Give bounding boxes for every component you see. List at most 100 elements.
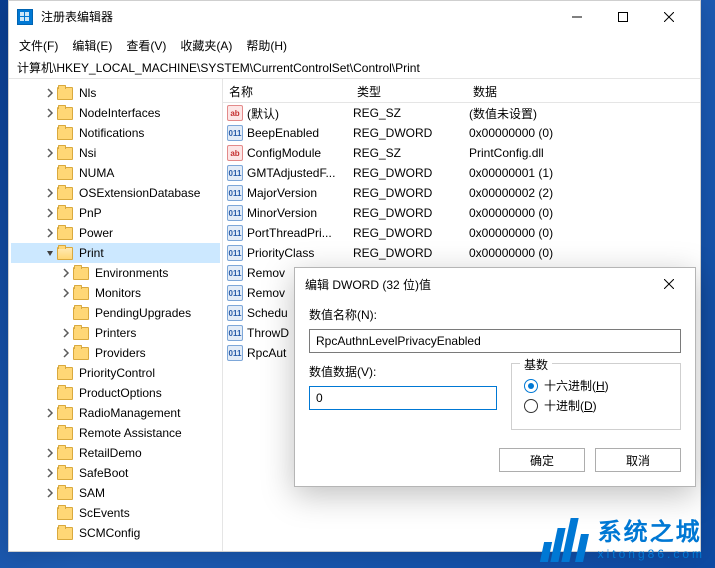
chevron-right-icon[interactable]	[59, 288, 73, 298]
folder-icon	[57, 187, 73, 200]
dialog-body: 数值名称(N): 数值数据(V): 基数 十六进制(H) 十进制(D) 确定	[295, 300, 695, 486]
chevron-right-icon[interactable]	[59, 268, 73, 278]
value-data: 0x00000000 (0)	[467, 126, 700, 140]
base-legend: 基数	[520, 356, 552, 373]
list-row[interactable]: 011BeepEnabledREG_DWORD0x00000000 (0)	[223, 123, 700, 143]
folder-icon	[57, 527, 73, 540]
dword-value-icon: 011	[227, 125, 243, 141]
tree-item-print[interactable]: Print	[11, 243, 220, 263]
menu-help[interactable]: 帮助(H)	[240, 35, 293, 56]
value-type: REG_DWORD	[351, 206, 467, 220]
list-row[interactable]: 011GMTAdjustedF...REG_DWORD0x00000001 (1…	[223, 163, 700, 183]
cancel-button[interactable]: 取消	[595, 448, 681, 472]
radio-hex-row[interactable]: 十六进制(H)	[524, 377, 668, 394]
col-name[interactable]: 名称	[223, 79, 351, 102]
chevron-right-icon[interactable]	[43, 208, 57, 218]
list-row[interactable]: 011PortThreadPri...REG_DWORD0x00000000 (…	[223, 223, 700, 243]
list-row[interactable]: abConfigModuleREG_SZPrintConfig.dll	[223, 143, 700, 163]
list-row[interactable]: ab(默认)REG_SZ(数值未设置)	[223, 103, 700, 123]
menu-favorites[interactable]: 收藏夹(A)	[174, 35, 238, 56]
tree-item-retaildemo[interactable]: RetailDemo	[11, 443, 220, 463]
string-value-icon: ab	[227, 105, 243, 121]
tree-item-monitors[interactable]: Monitors	[11, 283, 220, 303]
value-type: REG_DWORD	[351, 126, 467, 140]
radio-hex[interactable]	[524, 379, 538, 393]
tree-item-safeboot[interactable]: SafeBoot	[11, 463, 220, 483]
chevron-right-icon[interactable]	[43, 148, 57, 158]
chevron-right-icon[interactable]	[43, 468, 57, 478]
dword-value-icon: 011	[227, 345, 243, 361]
chevron-right-icon[interactable]	[43, 448, 57, 458]
titlebar[interactable]: 注册表编辑器	[9, 1, 700, 33]
tree-item-pnp[interactable]: PnP	[11, 203, 220, 223]
tree-item-nls[interactable]: Nls	[11, 83, 220, 103]
tree-label: ScEvents	[77, 506, 132, 520]
name-field[interactable]	[309, 329, 681, 353]
window-controls	[554, 1, 692, 33]
minimize-button[interactable]	[554, 1, 600, 33]
tree-item-remote-assistance[interactable]: Remote Assistance	[11, 423, 220, 443]
tree-item-prioritycontrol[interactable]: PriorityControl	[11, 363, 220, 383]
ok-button[interactable]: 确定	[499, 448, 585, 472]
list-row[interactable]: 011MinorVersionREG_DWORD0x00000000 (0)	[223, 203, 700, 223]
value-name: MajorVersion	[247, 186, 317, 200]
dword-value-icon: 011	[227, 265, 243, 281]
dword-value-icon: 011	[227, 205, 243, 221]
tree-label: ProductOptions	[77, 386, 164, 400]
tree-item-numa[interactable]: NUMA	[11, 163, 220, 183]
menubar: 文件(F) 编辑(E) 查看(V) 收藏夹(A) 帮助(H)	[9, 33, 700, 57]
tree-item-osextensiondatabase[interactable]: OSExtensionDatabase	[11, 183, 220, 203]
list-row[interactable]: 011MajorVersionREG_DWORD0x00000002 (2)	[223, 183, 700, 203]
dword-value-icon: 011	[227, 305, 243, 321]
dialog-titlebar[interactable]: 编辑 DWORD (32 位)值	[295, 268, 695, 300]
chevron-right-icon[interactable]	[43, 408, 57, 418]
tree-label: PnP	[77, 206, 104, 220]
tree-item-notifications[interactable]: Notifications	[11, 123, 220, 143]
tree-label: Providers	[93, 346, 148, 360]
dword-value-icon: 011	[227, 185, 243, 201]
menu-view[interactable]: 查看(V)	[120, 35, 172, 56]
tree-item-pendingupgrades[interactable]: PendingUpgrades	[11, 303, 220, 323]
tree-item-scevents[interactable]: ScEvents	[11, 503, 220, 523]
value-name: Remov	[247, 286, 285, 300]
menu-file[interactable]: 文件(F)	[13, 35, 64, 56]
tree-item-scmconfig[interactable]: SCMConfig	[11, 523, 220, 543]
chevron-right-icon[interactable]	[43, 188, 57, 198]
chevron-down-icon[interactable]	[43, 248, 57, 258]
list-row[interactable]: 011PriorityClassREG_DWORD0x00000000 (0)	[223, 243, 700, 263]
data-field[interactable]	[309, 386, 497, 410]
radio-dec-row[interactable]: 十进制(D)	[524, 397, 668, 414]
chevron-right-icon[interactable]	[43, 488, 57, 498]
col-data[interactable]: 数据	[467, 79, 700, 102]
value-name: GMTAdjustedF...	[247, 166, 335, 180]
tree-item-nsi[interactable]: Nsi	[11, 143, 220, 163]
tree-item-providers[interactable]: Providers	[11, 343, 220, 363]
tree-pane[interactable]: NlsNodeInterfacesNotificationsNsiNUMAOSE…	[9, 79, 223, 551]
tree-item-environments[interactable]: Environments	[11, 263, 220, 283]
menu-edit[interactable]: 编辑(E)	[66, 35, 118, 56]
tree-item-nodeinterfaces[interactable]: NodeInterfaces	[11, 103, 220, 123]
address-bar[interactable]: 计算机\HKEY_LOCAL_MACHINE\SYSTEM\CurrentCon…	[9, 57, 700, 79]
window-title: 注册表编辑器	[41, 8, 554, 25]
chevron-right-icon[interactable]	[59, 348, 73, 358]
string-value-icon: ab	[227, 145, 243, 161]
maximize-button[interactable]	[600, 1, 646, 33]
chevron-right-icon[interactable]	[43, 108, 57, 118]
dialog-close-button[interactable]	[653, 268, 685, 300]
tree-item-printers[interactable]: Printers	[11, 323, 220, 343]
tree-item-productoptions[interactable]: ProductOptions	[11, 383, 220, 403]
chevron-right-icon[interactable]	[59, 328, 73, 338]
value-data: 0x00000002 (2)	[467, 186, 700, 200]
chevron-right-icon[interactable]	[43, 228, 57, 238]
close-button[interactable]	[646, 1, 692, 33]
tree-item-sam[interactable]: SAM	[11, 483, 220, 503]
col-type[interactable]: 类型	[351, 79, 467, 102]
watermark-line1: 系统之城	[598, 521, 705, 545]
dword-value-icon: 011	[227, 225, 243, 241]
tree-item-radiomanagement[interactable]: RadioManagement	[11, 403, 220, 423]
chevron-right-icon[interactable]	[43, 88, 57, 98]
value-type: REG_DWORD	[351, 246, 467, 260]
tree-item-power[interactable]: Power	[11, 223, 220, 243]
folder-icon	[57, 147, 73, 160]
radio-dec[interactable]	[524, 399, 538, 413]
